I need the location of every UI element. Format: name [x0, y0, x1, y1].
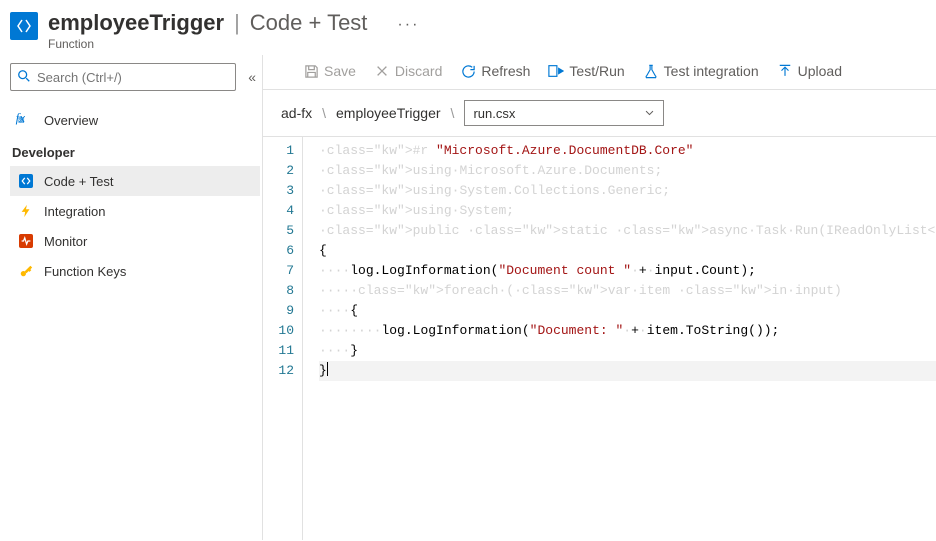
upload-button[interactable]: Upload — [777, 63, 842, 79]
breadcrumb-app[interactable]: ad-fx — [281, 105, 312, 121]
toolbar-label: Upload — [798, 63, 842, 79]
test-run-button[interactable]: Test/Run — [548, 63, 624, 79]
sidebar-item-code-test[interactable]: Code + Test — [10, 166, 260, 196]
lightning-icon — [18, 203, 34, 219]
collapse-sidebar-button[interactable]: « — [248, 69, 256, 85]
breadcrumb-function[interactable]: employeeTrigger — [336, 105, 441, 121]
toolbar-label: Save — [324, 63, 356, 79]
testrun-icon — [548, 63, 564, 79]
refresh-icon — [460, 63, 476, 79]
main-panel: Save Discard Refresh Test/Run — [262, 55, 936, 540]
code-area[interactable]: ·class="kw">#r "Microsoft.Azure.Document… — [303, 137, 936, 540]
chevron-down-icon — [644, 106, 655, 121]
sidebar-item-label: Code + Test — [44, 174, 114, 189]
save-button[interactable]: Save — [303, 63, 356, 79]
toolbar-label: Refresh — [481, 63, 530, 79]
sidebar-item-label: Monitor — [44, 234, 87, 249]
sidebar-item-label: Function Keys — [44, 264, 126, 279]
more-actions-button[interactable]: ··· — [397, 16, 419, 34]
save-icon — [303, 63, 319, 79]
upload-icon — [777, 63, 793, 79]
sidebar-item-overview[interactable]: fx Overview — [10, 105, 260, 135]
sidebar-section-developer: Developer — [10, 135, 262, 166]
overview-icon: fx — [18, 112, 34, 128]
sidebar-item-label: Integration — [44, 204, 105, 219]
breadcrumb-separator: \ — [451, 105, 455, 121]
toolbar-label: Test integration — [664, 63, 759, 79]
flask-icon — [643, 63, 659, 79]
toolbar-label: Discard — [395, 63, 442, 79]
code-editor[interactable]: 123456789101112 ·class="kw">#r "Microsof… — [263, 136, 936, 540]
sidebar-item-label: Overview — [44, 113, 98, 128]
test-integration-button[interactable]: Test integration — [643, 63, 759, 79]
line-number-gutter: 123456789101112 — [263, 137, 303, 540]
refresh-button[interactable]: Refresh — [460, 63, 530, 79]
file-select-value: run.csx — [473, 106, 515, 121]
sidebar-item-integration[interactable]: Integration — [10, 196, 260, 226]
page-title: employeeTrigger — [48, 10, 224, 36]
search-input[interactable] — [37, 70, 229, 85]
toolbar-label: Test/Run — [569, 63, 624, 79]
page-subtitle: Code + Test — [250, 10, 368, 36]
page-category: Function — [48, 37, 367, 51]
code-icon — [18, 173, 34, 189]
monitor-icon — [18, 233, 34, 249]
title-separator: | — [234, 10, 240, 36]
file-select-dropdown[interactable]: run.csx — [464, 100, 664, 126]
blade-header: employeeTrigger | Code + Test Function ·… — [0, 0, 936, 55]
function-icon — [10, 12, 38, 40]
sidebar-item-function-keys[interactable]: Function Keys — [10, 256, 260, 286]
breadcrumb: ad-fx \ employeeTrigger \ run.csx — [263, 90, 936, 136]
sidebar-item-monitor[interactable]: Monitor — [10, 226, 260, 256]
search-icon — [17, 69, 31, 86]
sidebar: « fx Overview Developer Code + Test Inte… — [0, 55, 262, 540]
breadcrumb-separator: \ — [322, 105, 326, 121]
key-icon — [18, 263, 34, 279]
discard-icon — [374, 63, 390, 79]
discard-button[interactable]: Discard — [374, 63, 442, 79]
toolbar: Save Discard Refresh Test/Run — [263, 55, 936, 90]
search-input-wrap[interactable] — [10, 63, 236, 91]
